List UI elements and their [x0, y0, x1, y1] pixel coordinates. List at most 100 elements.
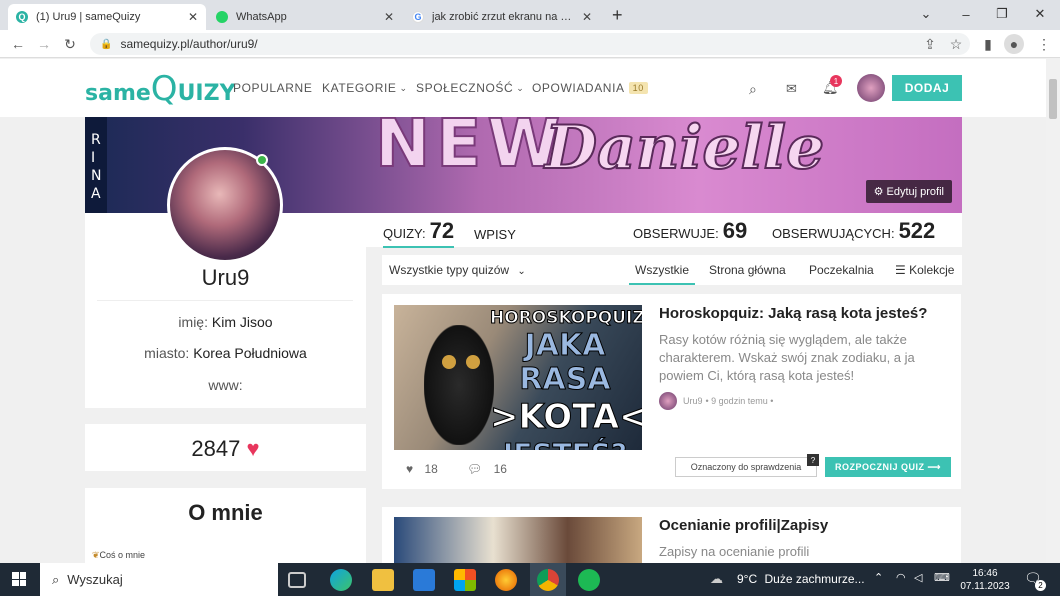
- start-quiz-button[interactable]: ROZPOCZNIJ QUIZ ⟶: [825, 457, 951, 477]
- clock[interactable]: 16:46 07.11.2023: [958, 567, 1012, 593]
- back-arrow-icon[interactable]: ←: [8, 34, 28, 54]
- nav-label: POPULARNE: [233, 81, 313, 95]
- close-icon[interactable]: ✕: [188, 10, 198, 24]
- nav-opowiadania[interactable]: OPOWIADANIA 10: [532, 81, 648, 95]
- search-placeholder: Wyszukaj: [67, 572, 123, 587]
- bookmark-star-icon[interactable]: ☆: [946, 34, 966, 54]
- online-status-dot: [256, 154, 268, 166]
- user-avatar[interactable]: [857, 74, 885, 102]
- tab-google[interactable]: G jak zrobić zrzut ekranu na komp ✕: [404, 4, 600, 30]
- share-icon[interactable]: ⇪: [920, 34, 940, 54]
- weather-icon: ☁: [710, 571, 723, 586]
- weather-text[interactable]: 9°C Duże zachmurze...: [737, 572, 865, 586]
- quiz-title[interactable]: Ocenianie profili|Zapisy: [659, 517, 828, 534]
- obserwuje-value: 69: [722, 218, 748, 243]
- volume-icon[interactable]: ◁: [914, 571, 922, 584]
- spotify-icon[interactable]: [578, 569, 600, 591]
- quiz-thumbnail[interactable]: [394, 517, 642, 563]
- reload-icon[interactable]: ↻: [60, 34, 80, 54]
- author-name[interactable]: Uru9: [683, 396, 703, 406]
- about-snippet: Coś o mnie: [99, 550, 146, 560]
- windows-start-icon[interactable]: [12, 572, 26, 586]
- likes-value: 18: [424, 462, 438, 476]
- list-icon: ☰: [895, 263, 906, 277]
- stats-wpisy[interactable]: WPISY: [474, 227, 516, 242]
- tab-search-chevron-icon[interactable]: ⌄: [908, 0, 944, 28]
- new-tab-button[interactable]: +: [612, 5, 623, 26]
- close-icon[interactable]: ✕: [384, 10, 394, 24]
- www-label: www:: [208, 377, 243, 393]
- stats-quizy[interactable]: QUIZY: 72: [383, 218, 455, 248]
- menu-kebab-icon[interactable]: ⋮: [1034, 34, 1054, 54]
- minimize-icon[interactable]: –: [948, 0, 984, 28]
- firefox-icon[interactable]: [495, 569, 517, 591]
- close-icon[interactable]: ✕: [582, 10, 592, 24]
- samequizy-logo[interactable]: sameQUIZY: [85, 69, 236, 109]
- city-label: miasto:: [144, 345, 190, 361]
- keyboard-icon[interactable]: ⌨: [934, 571, 950, 584]
- profile-icon[interactable]: ●: [1004, 34, 1024, 54]
- banner-left-text: RINA: [91, 132, 102, 202]
- thumb-text: HOROSKOPQUIZ JAKA RASA >KOTA< JESTEŚ?: [490, 307, 643, 451]
- stats-obserwuje[interactable]: OBSERWUJE: 69: [633, 218, 747, 244]
- add-button[interactable]: DODAJ: [892, 75, 962, 101]
- thumb-line: JESTEŚ?: [490, 437, 640, 451]
- stats-obserwujacych[interactable]: OBSERWUJĄCYCH: 522: [772, 218, 935, 244]
- tab-title: (1) Uru9 | sameQuizy: [36, 11, 141, 23]
- scrollbar-thumb[interactable]: [1049, 79, 1057, 119]
- chevron-up-icon[interactable]: ⌃: [874, 571, 883, 584]
- comments-value: 16: [493, 462, 507, 476]
- city-value: Korea Południowa: [193, 345, 307, 361]
- store-icon[interactable]: [454, 569, 476, 591]
- author-avatar[interactable]: [659, 392, 677, 410]
- nav-popularne[interactable]: POPULARNE: [233, 81, 312, 95]
- post-time: • 9 godzin temu •: [705, 396, 774, 406]
- obserwujacych-value: 522: [898, 218, 936, 243]
- name-label: imię:: [178, 314, 208, 330]
- taskbar-search[interactable]: ⌕ Wyszukaj: [40, 563, 278, 596]
- clock-time: 16:46: [972, 568, 998, 579]
- nav-spolecznosc[interactable]: SPOŁECZNOŚĆ ⌄: [416, 81, 524, 95]
- review-flag-button[interactable]: Oznaczony do sprawdzenia: [675, 457, 817, 477]
- quiz-thumbnail[interactable]: HOROSKOPQUIZ JAKA RASA >KOTA< JESTEŚ?: [394, 305, 642, 450]
- tab-wszystkie[interactable]: Wszystkie: [629, 255, 695, 285]
- task-view-icon[interactable]: [288, 572, 306, 588]
- opowiadania-count-badge: 10: [628, 82, 648, 94]
- tab-poczekalnia[interactable]: Poczekalnia: [809, 263, 874, 277]
- likes-stat: ♥ 18: [406, 462, 438, 476]
- windows-taskbar: ⌕ Wyszukaj ☁ 9°C Duże zachmurze... ⌃ ◠ ◁…: [0, 563, 1060, 596]
- whatsapp-icon: [216, 11, 228, 23]
- forward-arrow-icon[interactable]: →: [34, 34, 54, 54]
- sidepanel-icon[interactable]: ▮: [978, 34, 998, 54]
- quiz-title[interactable]: Horoskopquiz: Jaką rasą kota jesteś?: [659, 305, 927, 322]
- search-icon[interactable]: ⌕: [749, 81, 757, 98]
- tab-samequizy[interactable]: Q (1) Uru9 | sameQuizy ✕: [8, 4, 206, 30]
- comments-stat: 💬︎ 16: [467, 462, 507, 476]
- mail-app-icon[interactable]: [413, 569, 435, 591]
- maximize-icon[interactable]: ❐: [984, 0, 1020, 28]
- address-bar: ← → ↻ 🔒 samequizy.pl/author/uru9/ ⇪ ☆ ▮ …: [0, 30, 1060, 58]
- quiz-type-select[interactable]: Wszystkie typy quizów ⌄: [389, 263, 526, 277]
- logo-q: Q: [150, 69, 178, 109]
- tab-kolekcje[interactable]: ☰ Kolekcje: [895, 263, 954, 277]
- quizy-label: QUIZY:: [383, 226, 426, 241]
- mail-icon[interactable]: ✉: [786, 81, 797, 97]
- page-scrollbar[interactable]: [1046, 59, 1060, 563]
- file-explorer-icon[interactable]: [372, 569, 394, 591]
- help-badge[interactable]: ?: [807, 454, 819, 466]
- cat-eye-left: [442, 355, 456, 369]
- nav-kategorie[interactable]: KATEGORIE ⌄: [322, 81, 408, 95]
- window-close-icon[interactable]: ✕: [1022, 0, 1058, 28]
- tab-strona-glowna[interactable]: Strona główna: [709, 263, 786, 277]
- edit-profile-button[interactable]: ⚙ Edytuj profil: [865, 180, 952, 203]
- edge-icon[interactable]: [330, 569, 352, 591]
- quiz-type-value: Wszystkie typy quizów: [389, 263, 510, 277]
- chrome-icon[interactable]: [537, 569, 559, 591]
- tab-whatsapp[interactable]: WhatsApp ✕: [208, 4, 402, 30]
- tab-title: WhatsApp: [236, 11, 287, 23]
- wifi-icon[interactable]: ◠: [896, 571, 906, 584]
- quiz-description: Zapisy na ocenianie profili: [659, 544, 810, 559]
- google-g-icon: G: [412, 11, 424, 23]
- cat-shape: [424, 325, 494, 445]
- url-field[interactable]: 🔒 samequizy.pl/author/uru9/: [90, 33, 970, 55]
